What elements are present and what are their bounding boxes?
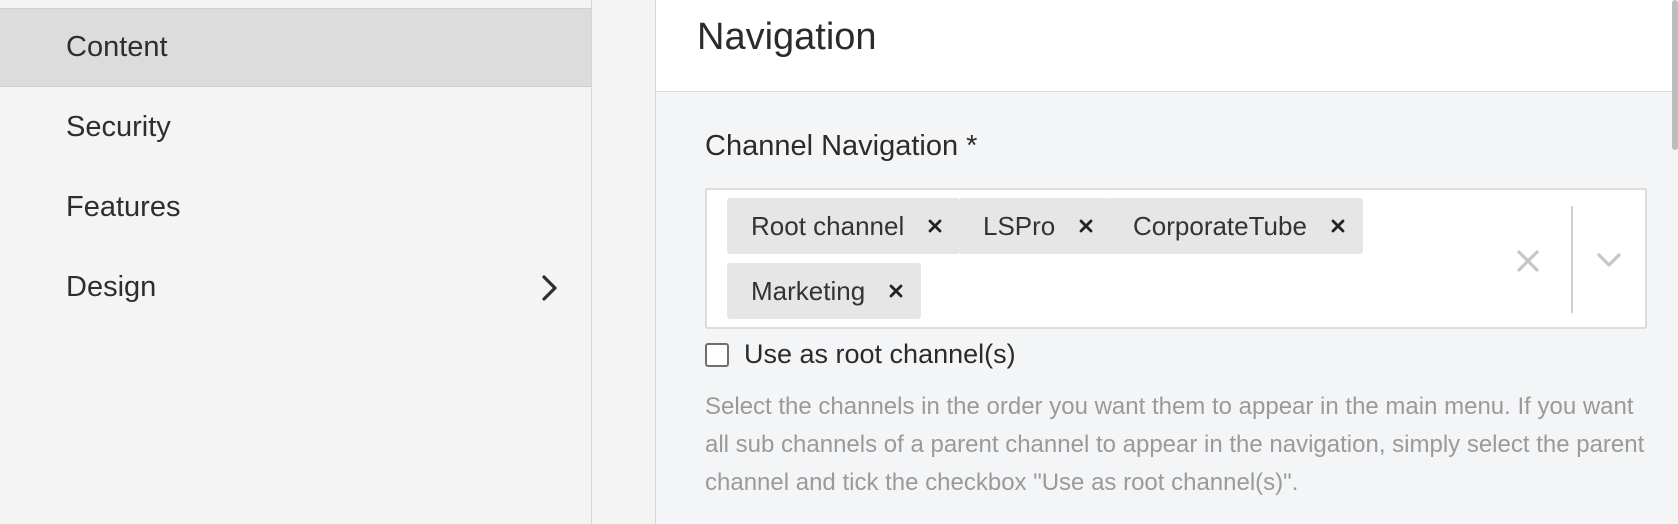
channel-navigation-label: Channel Navigation * (705, 130, 978, 162)
sidebar-item-label: Design (66, 271, 157, 303)
close-icon[interactable] (885, 280, 907, 302)
settings-page: Content Security Features Design Navigat… (0, 0, 1678, 524)
chip-label: Marketing (751, 275, 866, 306)
sidebar-item-security[interactable]: Security (0, 88, 591, 167)
selected-channel-chip: Root channel (727, 198, 961, 254)
sidebar-item-design[interactable]: Design (0, 248, 591, 327)
help-text: Select the channels in the order you wan… (705, 393, 1645, 496)
sidebar-item-label: Content (66, 31, 168, 63)
use-as-root-row: Use as root channel(s) (705, 339, 1016, 370)
main-panel: Navigation Channel Navigation * Root cha… (655, 0, 1678, 524)
indicator-separator (1571, 206, 1573, 313)
channel-navigation-multiselect[interactable]: Root channel LSPro CorporateTube Marketi… (705, 188, 1647, 329)
chip-label: CorporateTube (1133, 210, 1307, 241)
scrollbar[interactable] (1672, 0, 1678, 150)
selected-channel-chip: Marketing (727, 263, 922, 319)
close-icon[interactable] (1075, 215, 1097, 237)
selected-channel-chip: LSPro (959, 198, 1112, 254)
sidebar-item-label: Features (66, 191, 181, 223)
chip-label: LSPro (983, 210, 1056, 241)
page-title: Navigation (697, 16, 877, 58)
close-icon[interactable] (924, 215, 946, 237)
sidebar-item-content[interactable]: Content (0, 8, 591, 87)
chip-label: Root channel (751, 210, 905, 241)
close-icon[interactable] (1515, 248, 1541, 274)
close-icon[interactable] (1327, 215, 1349, 237)
use-as-root-checkbox[interactable] (705, 342, 729, 367)
sidebar-item-features[interactable]: Features (0, 168, 591, 247)
content-gutter (592, 0, 655, 524)
chevron-right-icon (542, 274, 557, 301)
use-as-root-label[interactable]: Use as root channel(s) (744, 339, 1016, 370)
chevron-down-icon[interactable] (1595, 246, 1623, 274)
selected-channel-chip: CorporateTube (1109, 198, 1363, 254)
panel-header: Navigation (656, 0, 1678, 92)
sidebar-item-label: Security (66, 111, 171, 143)
sidebar: Content Security Features Design (0, 0, 592, 524)
